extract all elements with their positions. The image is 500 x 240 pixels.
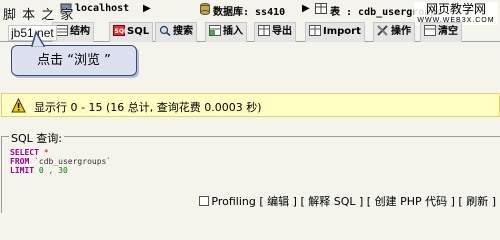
sql-legend: SQL 查询: — [9, 130, 64, 146]
tab-empty-label: 清空 — [438, 26, 458, 37]
sql-star: * — [38, 148, 49, 157]
tab-empty[interactable]: 清空 — [420, 22, 462, 42]
tab-operations[interactable]: 操作 — [373, 22, 415, 42]
sql-actions: Profiling [ 编辑 ] [ 解释 SQL ] [ 创建 PHP 代码 … — [199, 193, 496, 209]
database-icon — [200, 3, 210, 15]
breadcrumb-separator-2: ▶ — [302, 3, 310, 14]
warning-icon — [11, 98, 26, 113]
query-info-box: 显示行 0 - 15 (16 总计, 查询花费 0.0003 秒) — [1, 93, 500, 117]
tab-insert-label: 插入 — [223, 26, 243, 37]
watermark-right-main: 网页教学网 — [425, 2, 486, 16]
tab-sql-label: SQL — [127, 26, 150, 37]
tab-search[interactable]: 搜索 — [155, 22, 197, 42]
insert-icon — [209, 25, 221, 36]
refresh-link[interactable]: 刷新 — [466, 195, 488, 208]
breadcrumb-database[interactable]: 数据库: ss410 — [213, 3, 285, 18]
tab-bar: 结构 SQLSQL 搜索 插入 导出 Import 操作 清空 — [0, 20, 500, 42]
breadcrumb-separator: ▶ — [143, 3, 151, 14]
operations-icon — [377, 25, 388, 36]
query-info-text: 显示行 0 - 15 (16 总计, 查询花费 0.0003 秒) — [34, 101, 262, 114]
tab-import[interactable]: Import — [305, 22, 365, 42]
sql-select-keyword: SELECT — [10, 148, 39, 157]
tab-operations-label: 操作 — [391, 26, 411, 37]
table-icon — [315, 3, 327, 14]
sql-icon: SQL — [113, 25, 125, 36]
callout-text: 点击 “浏览 ” — [37, 53, 111, 68]
tab-import-label: Import — [323, 26, 361, 37]
export-icon — [258, 25, 270, 36]
tab-structure-label: 结构 — [70, 26, 90, 37]
sql-from-keyword: FROM — [10, 157, 30, 166]
callout-tail — [31, 30, 46, 47]
tab-sql[interactable]: SQLSQL — [109, 22, 154, 42]
tab-search-label: 搜索 — [173, 26, 193, 37]
sql-limit-keyword: LIMIT — [10, 166, 35, 175]
import-icon — [309, 25, 321, 36]
sql-line-1: SELECT * — [10, 148, 111, 157]
sql-line-2: FROM `cdb_usergroups` — [10, 157, 111, 166]
profiling-label: Profiling — [211, 195, 256, 208]
search-icon — [159, 25, 171, 36]
empty-icon — [424, 25, 436, 36]
svg-text:SQL: SQL — [115, 28, 126, 35]
profiling-checkbox[interactable] — [199, 196, 210, 206]
sql-code: SELECT * FROM `cdb_usergroups` LIMIT 0 ,… — [10, 148, 111, 175]
explain-sql-link[interactable]: 解释 SQL — [308, 195, 355, 208]
tab-structure[interactable]: 结构 — [52, 22, 94, 42]
sql-limit-values: 0 , 30 — [34, 166, 68, 175]
tab-insert[interactable]: 插入 — [205, 22, 247, 42]
callout-bubble: 点击 “浏览 ” — [11, 30, 137, 76]
create-php-code-link[interactable]: 创建 PHP 代码 — [375, 195, 448, 208]
tab-export[interactable]: 导出 — [254, 22, 296, 42]
tab-export-label: 导出 — [272, 26, 292, 37]
sql-line-3: LIMIT 0 , 30 — [10, 166, 111, 175]
structure-icon — [56, 25, 68, 36]
edit-link[interactable]: 编辑 — [267, 195, 289, 208]
sql-table-name: `cdb_usergroups` — [29, 157, 112, 166]
breadcrumb-server[interactable]: localhost — [75, 3, 129, 14]
